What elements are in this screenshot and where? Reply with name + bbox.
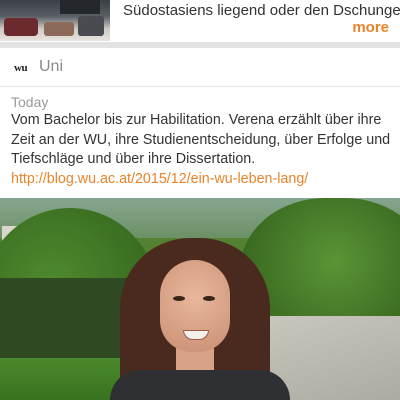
portrait-eye: [203, 296, 215, 301]
thumbnail-shape: [60, 0, 100, 14]
photo-hedge: [0, 278, 140, 368]
post-body-text: Vom Bachelor bis zur Habilitation. Veren…: [11, 112, 391, 167]
wu-logo-icon: wu: [14, 62, 28, 74]
thumbnail-shape: [78, 16, 104, 36]
previous-post-card[interactable]: Südostasiens liegend oder den Dschungel …: [0, 0, 400, 42]
post-photo[interactable]: [0, 198, 400, 400]
previous-post-text: Südostasiens liegend oder den Dschungel: [123, 2, 400, 19]
post-header[interactable]: wu Uni: [0, 48, 400, 87]
more-link[interactable]: more: [352, 19, 389, 36]
post-date: Today: [11, 94, 49, 110]
thumbnail-shape: [4, 18, 38, 36]
previous-post-thumbnail[interactable]: [0, 0, 110, 41]
source-name[interactable]: Uni: [39, 58, 63, 76]
post-content: Vom Bachelor bis zur Habilitation. Veren…: [11, 111, 397, 189]
portrait-eye: [173, 296, 185, 301]
thumbnail-shape: [44, 22, 74, 36]
post-link[interactable]: http://blog.wu.ac.at/2015/12/ein-wu-lebe…: [11, 170, 397, 190]
portrait-shirt: [110, 370, 290, 400]
